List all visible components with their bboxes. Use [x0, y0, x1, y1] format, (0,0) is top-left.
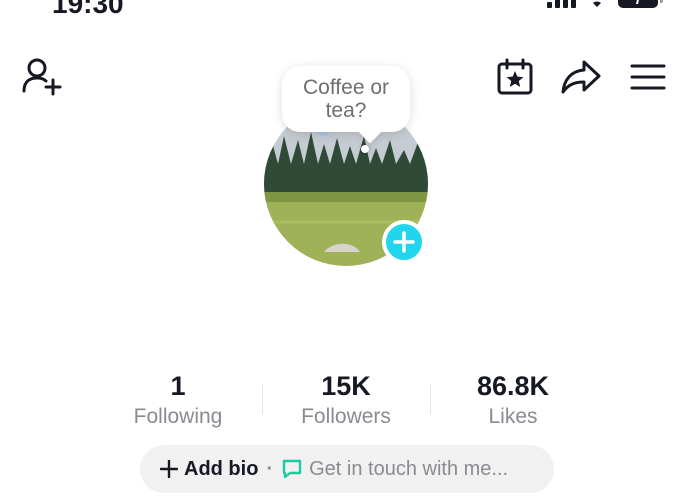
battery-icon: 7 — [618, 0, 663, 8]
battery-level: 7 — [634, 0, 642, 7]
followers-label: Followers — [301, 405, 391, 428]
following-count: 1 — [170, 371, 186, 401]
calendar-button[interactable] — [494, 56, 536, 98]
add-avatar-button[interactable] — [382, 220, 426, 264]
status-icons: 7 — [547, 0, 663, 8]
add-bio-button[interactable]: Add bio — [160, 458, 258, 481]
following-label: Following — [133, 405, 223, 428]
contact-button[interactable]: Get in touch with me... — [281, 458, 508, 481]
note-bubble[interactable]: Coffee or tea? — [282, 66, 410, 144]
stat-followers[interactable]: 15K Followers — [266, 370, 426, 430]
add-bio-label: Add bio — [184, 457, 259, 480]
contact-label: Get in touch with me... — [309, 457, 509, 480]
chat-bubble-icon — [282, 459, 302, 479]
signal-icon — [547, 0, 576, 8]
status-time: 19:30 — [52, 0, 124, 19]
add-friend-button[interactable] — [20, 55, 64, 99]
calendar-star-icon — [497, 58, 533, 95]
share-icon — [561, 60, 601, 94]
note-text-line2: tea? — [325, 99, 367, 122]
add-user-icon — [22, 58, 62, 96]
wifi-icon — [589, 0, 605, 7]
plus-icon — [393, 231, 415, 253]
stat-divider — [262, 384, 263, 414]
followers-count: 15K — [321, 371, 371, 401]
menu-icon — [630, 64, 666, 90]
bio-separator: · — [266, 457, 274, 480]
likes-label: Likes — [488, 405, 538, 428]
note-text-line1: Coffee or — [303, 76, 389, 99]
share-button[interactable] — [558, 56, 604, 98]
menu-button[interactable] — [626, 56, 670, 98]
stat-divider — [430, 384, 431, 414]
bubble-dot — [361, 145, 369, 153]
likes-count: 86.8K — [476, 371, 550, 401]
stat-following[interactable]: 1 Following — [98, 370, 258, 430]
bio-bar: Add bio · Get in touch with me... — [140, 445, 554, 493]
stat-likes[interactable]: 86.8K Likes — [433, 370, 593, 430]
plus-icon — [160, 460, 178, 478]
